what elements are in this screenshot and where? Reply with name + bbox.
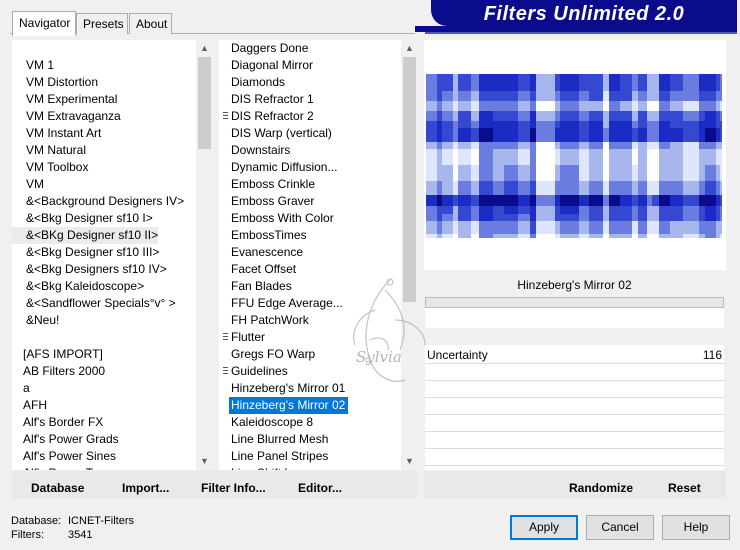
status-filters-value: 3541 [68,529,93,541]
category-item[interactable]: &<Bkg Kaleidoscope> [12,278,144,295]
filter-item[interactable]: Line Blurred Mesh [219,431,331,448]
grip-icon [223,112,228,121]
status-database-value: ICNET-Filters [68,515,134,527]
category-scrollbar[interactable]: ▲ ▼ [196,40,213,470]
parameter-row-empty [425,381,724,398]
filter-item[interactable]: FFU Edge Average... [219,295,346,312]
help-button[interactable]: Help [662,515,730,540]
database-button[interactable]: Database [31,478,84,498]
title-stripe-accent [425,32,737,34]
filter-item[interactable]: Gregs FO Warp [219,346,318,363]
filter-item[interactable]: Emboss Graver [219,193,317,210]
category-item[interactable] [12,329,23,346]
filter-item[interactable]: Kaleidoscope 8 [219,414,316,431]
grip-icon [223,367,228,376]
progress-bar [425,297,724,308]
filter-list[interactable]: Daggers Done Diagonal Mirror Diamonds DIS R… [219,40,401,470]
category-item[interactable]: &<BKg Designer sf10 II> [12,227,159,244]
filter-item[interactable]: Diagonal Mirror [219,57,316,74]
tab-presets[interactable]: Presets [76,13,128,34]
category-item[interactable]: &<Bkg Designers sf10 IV> [12,261,167,278]
category-item[interactable]: VM Extravaganza [12,108,121,125]
category-item[interactable]: AFH [12,397,47,414]
scroll-up-icon[interactable]: ▲ [196,40,213,57]
filter-item[interactable]: Dynamic Diffusion... [219,159,340,176]
category-item[interactable]: a [12,380,30,397]
category-item[interactable]: VM Toolbox [12,159,88,176]
parameter-row-empty [425,364,724,381]
scroll-down-icon[interactable]: ▼ [401,453,418,470]
filter-item[interactable]: Diamonds [219,74,288,91]
filter-item[interactable]: Hinzeberg's Mirror 02 [229,397,349,414]
filter-item[interactable]: Hinzeberg's Mirror 01 [219,380,348,397]
status-filters-label: Filters: [11,529,44,541]
filter-item[interactable]: Line Shift Lr [219,465,298,470]
info-box [425,308,724,328]
cancel-button[interactable]: Cancel [586,515,654,540]
parameter-label: Uncertainty [427,348,488,362]
filter-scroll-thumb[interactable] [403,57,416,302]
category-list[interactable]: VM 1 VM Distortion VM Experimental VM Extra… [12,40,196,470]
app-title: Filters Unlimited 2.0 [431,0,737,26]
category-scroll-thumb[interactable] [198,57,211,149]
parameter-row-uncertainty[interactable]: Uncertainty 116 [425,347,724,364]
parameter-row-empty [425,398,724,415]
import-button[interactable]: Import... [122,478,169,498]
filter-item[interactable]: Facet Offset [219,261,299,278]
filter-item[interactable]: DIS Refractor 2 [219,108,317,125]
category-item[interactable]: VM Natural [12,142,86,159]
category-item[interactable]: VM Distortion [12,74,98,91]
apply-button[interactable]: Apply [510,515,578,540]
filter-item[interactable]: EmbossTimes [219,227,310,244]
status-database-label: Database: [11,515,62,527]
category-item[interactable]: Alf's Power Sines [12,448,116,465]
filter-info-button[interactable]: Filter Info... [201,478,266,498]
filter-item[interactable]: DIS Refractor 1 [219,91,317,108]
category-item[interactable]: Alf's Power Toys [12,465,110,470]
filter-item[interactable]: Line Panel Stripes [219,448,331,465]
filter-item[interactable]: Emboss With Color [219,210,337,227]
parameter-row-empty [425,415,724,432]
category-item[interactable]: VM 1 [12,57,54,74]
filter-item[interactable]: DIS Warp (vertical) [219,125,335,142]
parameter-value: 116 [702,348,722,362]
grip-icon [223,333,228,342]
category-item[interactable]: VM Experimental [12,91,117,108]
category-item[interactable]: &Neu! [12,312,59,329]
tab-navigator[interactable]: Navigator [12,11,76,36]
category-item[interactable]: AB Filters 2000 [12,363,105,380]
category-item[interactable]: &<Bkg Designer sf10 I> [12,210,153,227]
editor-button[interactable]: Editor... [298,478,342,498]
category-item[interactable]: &<Bkg Designer sf10 III> [12,244,159,261]
category-item[interactable]: [AFS IMPORT] [12,346,103,363]
selected-filter-name: Hinzeberg's Mirror 02 [425,273,724,297]
category-item[interactable]: &<Sandflower Specials°v° > [12,295,176,312]
category-item[interactable]: &<Background Designers IV> [12,193,184,210]
filter-item[interactable]: Downstairs [219,142,293,159]
filter-item[interactable]: Daggers Done [219,40,311,57]
filter-item[interactable]: Guidelines [219,363,291,380]
reset-button[interactable]: Reset [668,478,701,498]
tab-about[interactable]: About [129,13,172,34]
scroll-down-icon[interactable]: ▼ [196,453,213,470]
filter-scrollbar[interactable]: ▲ ▼ [401,40,418,470]
category-item[interactable]: VM Instant Art [12,125,101,142]
preview-image[interactable] [426,74,722,238]
parameter-row-empty [425,432,724,449]
filter-item[interactable]: Fan Blades [219,278,295,295]
filter-item[interactable]: Evanescence [219,244,306,261]
category-item[interactable]: Alf's Border FX [12,414,103,431]
randomize-button[interactable]: Randomize [569,478,633,498]
category-item[interactable]: VM [12,176,44,193]
category-item[interactable]: Alf's Power Grads [12,431,119,448]
parameter-row-empty [425,449,724,466]
filter-item[interactable]: Emboss Crinkle [219,176,318,193]
filter-item[interactable]: FH PatchWork [219,312,312,329]
scroll-up-icon[interactable]: ▲ [401,40,418,57]
